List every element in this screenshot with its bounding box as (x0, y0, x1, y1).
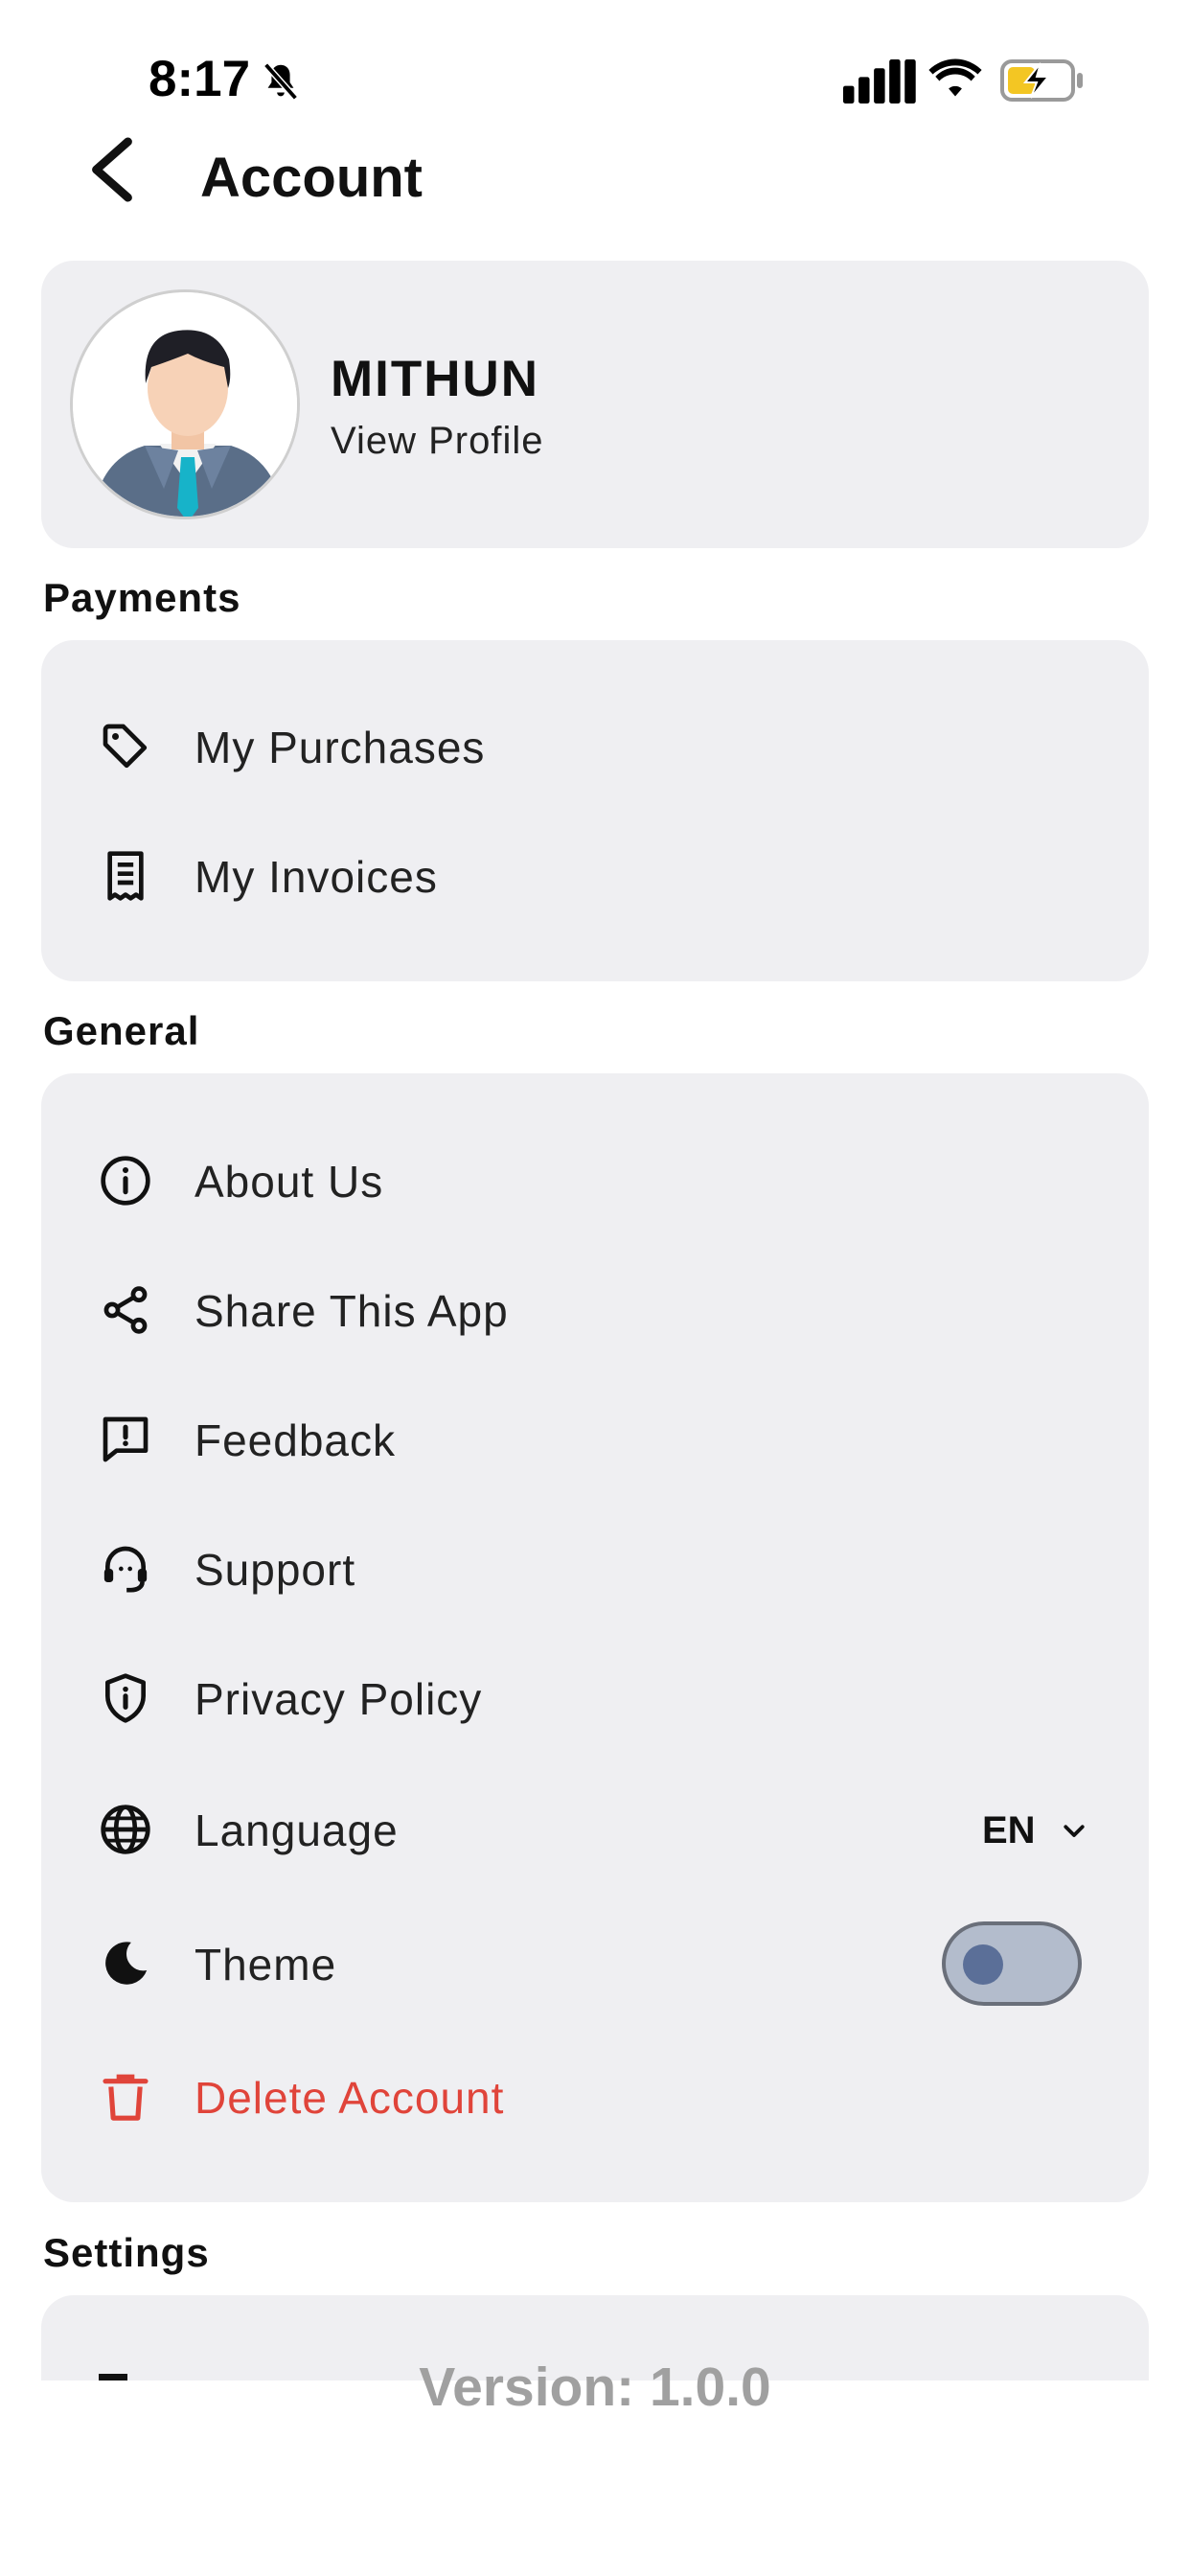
menu-item-language[interactable]: Language EN (41, 1776, 1149, 1881)
menu-item-privacy-policy[interactable]: Privacy Policy (41, 1644, 1149, 1750)
toggle-knob (963, 1944, 1003, 1985)
menu-item-label: Privacy Policy (195, 1674, 483, 1724)
battery-charging-icon (1000, 59, 1083, 102)
tag-icon (103, 724, 148, 769)
status-time: 8:17 (149, 51, 251, 107)
menu-item-label: Feedback (195, 1415, 397, 1465)
wifi-icon (928, 58, 982, 97)
menu-item-delete-account[interactable]: Delete Account (41, 2043, 1149, 2149)
moon-icon (105, 1942, 148, 1985)
payments-section-title: Payments (43, 575, 241, 620)
payments-card (41, 640, 1149, 981)
receipt-icon (107, 851, 144, 901)
menu-item-label: Support (195, 1545, 356, 1595)
menu-item-label: Theme (195, 1940, 337, 1990)
cellular-signal-icon (843, 59, 916, 104)
menu-item-my-invoices[interactable]: My Invoices (41, 822, 1149, 928)
menu-item-support[interactable]: Support (41, 1515, 1149, 1621)
menu-item-label: Language (195, 1806, 399, 1855)
back-chevron-icon[interactable] (86, 136, 136, 203)
general-section-title: General (43, 1008, 200, 1053)
general-card (41, 1073, 1149, 2202)
profile-name: MITHUN (331, 351, 540, 407)
feedback-icon (103, 1416, 149, 1462)
page-title: Account (200, 147, 423, 209)
menu-item-feedback[interactable]: Feedback (41, 1386, 1149, 1491)
trash-icon (103, 2074, 149, 2121)
menu-item-theme[interactable]: Theme (41, 1910, 1149, 2015)
menu-item-about-us[interactable]: About Us (41, 1127, 1149, 1232)
menu-item-label: Delete Account (195, 2073, 505, 2123)
shield-icon (105, 1673, 147, 1723)
version-label: Version: 1.0.0 (419, 2357, 771, 2418)
menu-item-share-this-app[interactable]: Share This App (41, 1256, 1149, 1362)
avatar-image (73, 292, 297, 517)
menu-item-label: My Purchases (195, 723, 486, 772)
bell-muted-icon (263, 62, 298, 101)
avatar[interactable] (70, 289, 300, 519)
menu-item-label: My Invoices (195, 852, 438, 902)
view-profile-link[interactable]: View Profile (331, 420, 543, 463)
language-value[interactable]: EN (982, 1809, 1036, 1852)
share-icon (103, 1286, 148, 1334)
chevron-down-icon[interactable] (1060, 1816, 1088, 1845)
menu-item-label: About Us (195, 1157, 384, 1207)
menu-item-label: Share This App (195, 1286, 509, 1336)
menu-item-my-purchases[interactable]: My Purchases (41, 693, 1149, 798)
info-icon (101, 1156, 150, 1206)
globe-icon (101, 1805, 150, 1854)
settings-section-title: Settings (43, 2230, 210, 2275)
theme-toggle[interactable] (942, 1921, 1082, 2006)
headset-icon (103, 1546, 148, 1593)
